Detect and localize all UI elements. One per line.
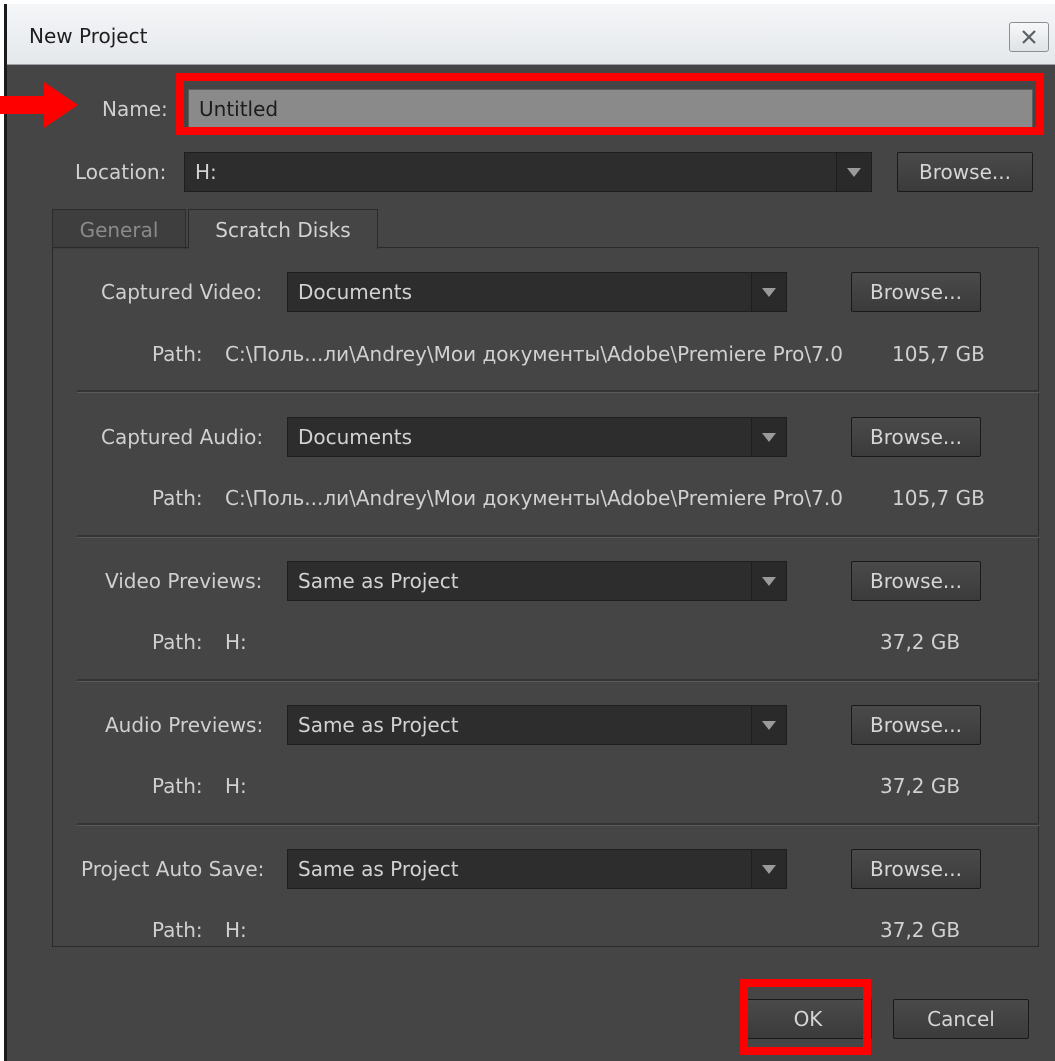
divider xyxy=(77,679,1039,682)
location-value: H: xyxy=(195,160,217,184)
project-auto-save-value: Same as Project xyxy=(298,857,459,881)
divider xyxy=(77,535,1039,538)
chevron-down-icon xyxy=(751,273,786,311)
tab-general[interactable]: General xyxy=(52,209,186,249)
name-highlight-box xyxy=(176,73,1044,135)
video-previews-path: H: xyxy=(225,630,247,654)
audio-previews-dropdown[interactable]: Same as Project xyxy=(287,705,787,745)
project-auto-save-size: 37,2 GB xyxy=(880,918,961,942)
location-browse-button[interactable]: Browse... xyxy=(897,152,1033,192)
captured-audio-label: Captured Audio: xyxy=(101,425,264,449)
captured-video-value: Documents xyxy=(298,280,413,304)
project-auto-save-browse-button[interactable]: Browse... xyxy=(851,849,981,889)
chevron-down-icon xyxy=(751,418,786,456)
location-dropdown[interactable]: H: xyxy=(184,152,872,192)
video-previews-value: Same as Project xyxy=(298,569,459,593)
captured-video-size: 105,7 GB xyxy=(892,342,985,366)
red-arrow-icon xyxy=(0,82,78,128)
chevron-down-icon xyxy=(751,562,786,600)
captured-audio-size: 105,7 GB xyxy=(892,486,985,510)
cancel-button[interactable]: Cancel xyxy=(893,999,1029,1039)
location-label: Location: xyxy=(75,160,167,184)
audio-previews-path: H: xyxy=(225,774,247,798)
ok-highlight-box xyxy=(740,979,871,1055)
captured-video-dropdown[interactable]: Documents xyxy=(287,272,787,312)
video-previews-path-label: Path: xyxy=(152,630,203,654)
captured-audio-dropdown[interactable]: Documents xyxy=(287,417,787,457)
chevron-down-icon xyxy=(836,153,871,191)
project-auto-save-dropdown[interactable]: Same as Project xyxy=(287,849,787,889)
audio-previews-value: Same as Project xyxy=(298,713,459,737)
audio-previews-browse-button[interactable]: Browse... xyxy=(851,705,981,745)
captured-audio-value: Documents xyxy=(298,425,413,449)
project-auto-save-path-label: Path: xyxy=(152,918,203,942)
project-auto-save-path: H: xyxy=(225,918,247,942)
window-title: New Project xyxy=(29,24,148,48)
close-icon xyxy=(1022,30,1036,44)
chevron-down-icon xyxy=(751,706,786,744)
divider xyxy=(77,823,1039,826)
name-label: Name: xyxy=(102,97,168,121)
captured-audio-path-label: Path: xyxy=(152,486,203,510)
audio-previews-path-label: Path: xyxy=(152,774,203,798)
project-auto-save-label: Project Auto Save: xyxy=(81,857,265,881)
title-bar: New Project xyxy=(7,4,1055,65)
video-previews-size: 37,2 GB xyxy=(880,630,961,654)
audio-previews-size: 37,2 GB xyxy=(880,774,961,798)
captured-audio-browse-button[interactable]: Browse... xyxy=(851,417,981,457)
new-project-dialog: New Project Name: Untitled Location: H: … xyxy=(4,4,1055,1061)
divider xyxy=(77,390,1039,393)
captured-video-label: Captured Video: xyxy=(101,280,263,304)
captured-video-path-label: Path: xyxy=(152,342,203,366)
chevron-down-icon xyxy=(751,850,786,888)
captured-audio-path: C:\Поль...ли\Andrey\Мои документы\Adobe\… xyxy=(225,486,843,510)
captured-video-browse-button[interactable]: Browse... xyxy=(851,272,981,312)
video-previews-browse-button[interactable]: Browse... xyxy=(851,561,981,601)
audio-previews-label: Audio Previews: xyxy=(105,713,264,737)
video-previews-dropdown[interactable]: Same as Project xyxy=(287,561,787,601)
close-button[interactable] xyxy=(1009,22,1049,52)
tab-scratch-disks[interactable]: Scratch Disks xyxy=(188,209,378,249)
video-previews-label: Video Previews: xyxy=(105,569,263,593)
captured-video-path: C:\Поль...ли\Andrey\Мои документы\Adobe\… xyxy=(225,342,843,366)
